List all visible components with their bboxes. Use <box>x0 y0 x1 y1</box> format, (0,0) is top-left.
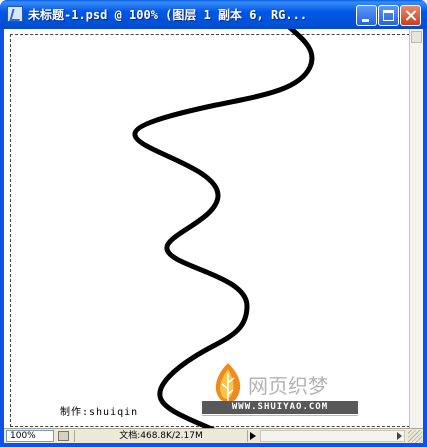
zoom-level-field[interactable]: 100% <box>6 430 54 442</box>
logo-url: WWW.SHUIYAO.COM <box>202 401 358 416</box>
watermark-logo: 网页织梦 WWW.SHUIYAO.COM <box>202 359 372 421</box>
maximize-button[interactable] <box>378 5 399 26</box>
photoshop-document-window: 未标题-1.psd @ 100% (图层 1 副本 6, RG... 制作:sh… <box>0 0 427 447</box>
document-canvas[interactable]: 制作:shuiqin 网页织梦 WWW.SHUIYAO.COM <box>4 29 423 428</box>
scroll-right-arrow-icon[interactable] <box>397 432 402 440</box>
minimize-button[interactable] <box>356 5 377 26</box>
title-bar[interactable]: 未标题-1.psd @ 100% (图层 1 副本 6, RG... <box>0 0 427 29</box>
horizontal-scrollbar[interactable] <box>260 430 405 442</box>
photoshop-document-icon[interactable] <box>7 6 23 22</box>
window-title: 未标题-1.psd @ 100% (图层 1 副本 6, RG... <box>28 8 308 22</box>
document-size-info: 文档:468.8K/2.17M <box>74 430 248 442</box>
scroll-up-button[interactable] <box>411 31 422 43</box>
leaf-logo-icon <box>215 363 241 402</box>
logo-name: 网页织梦 <box>248 374 328 398</box>
close-button[interactable] <box>400 5 421 26</box>
status-menu-arrow-icon[interactable] <box>250 432 256 440</box>
vertical-scrollbar[interactable] <box>409 29 423 428</box>
status-bar: 100% 文档:468.8K/2.17M <box>4 428 423 443</box>
document-status-icon[interactable] <box>58 431 69 441</box>
author-credit: 制作:shuiqin <box>60 407 139 418</box>
resize-grip[interactable] <box>408 430 422 443</box>
